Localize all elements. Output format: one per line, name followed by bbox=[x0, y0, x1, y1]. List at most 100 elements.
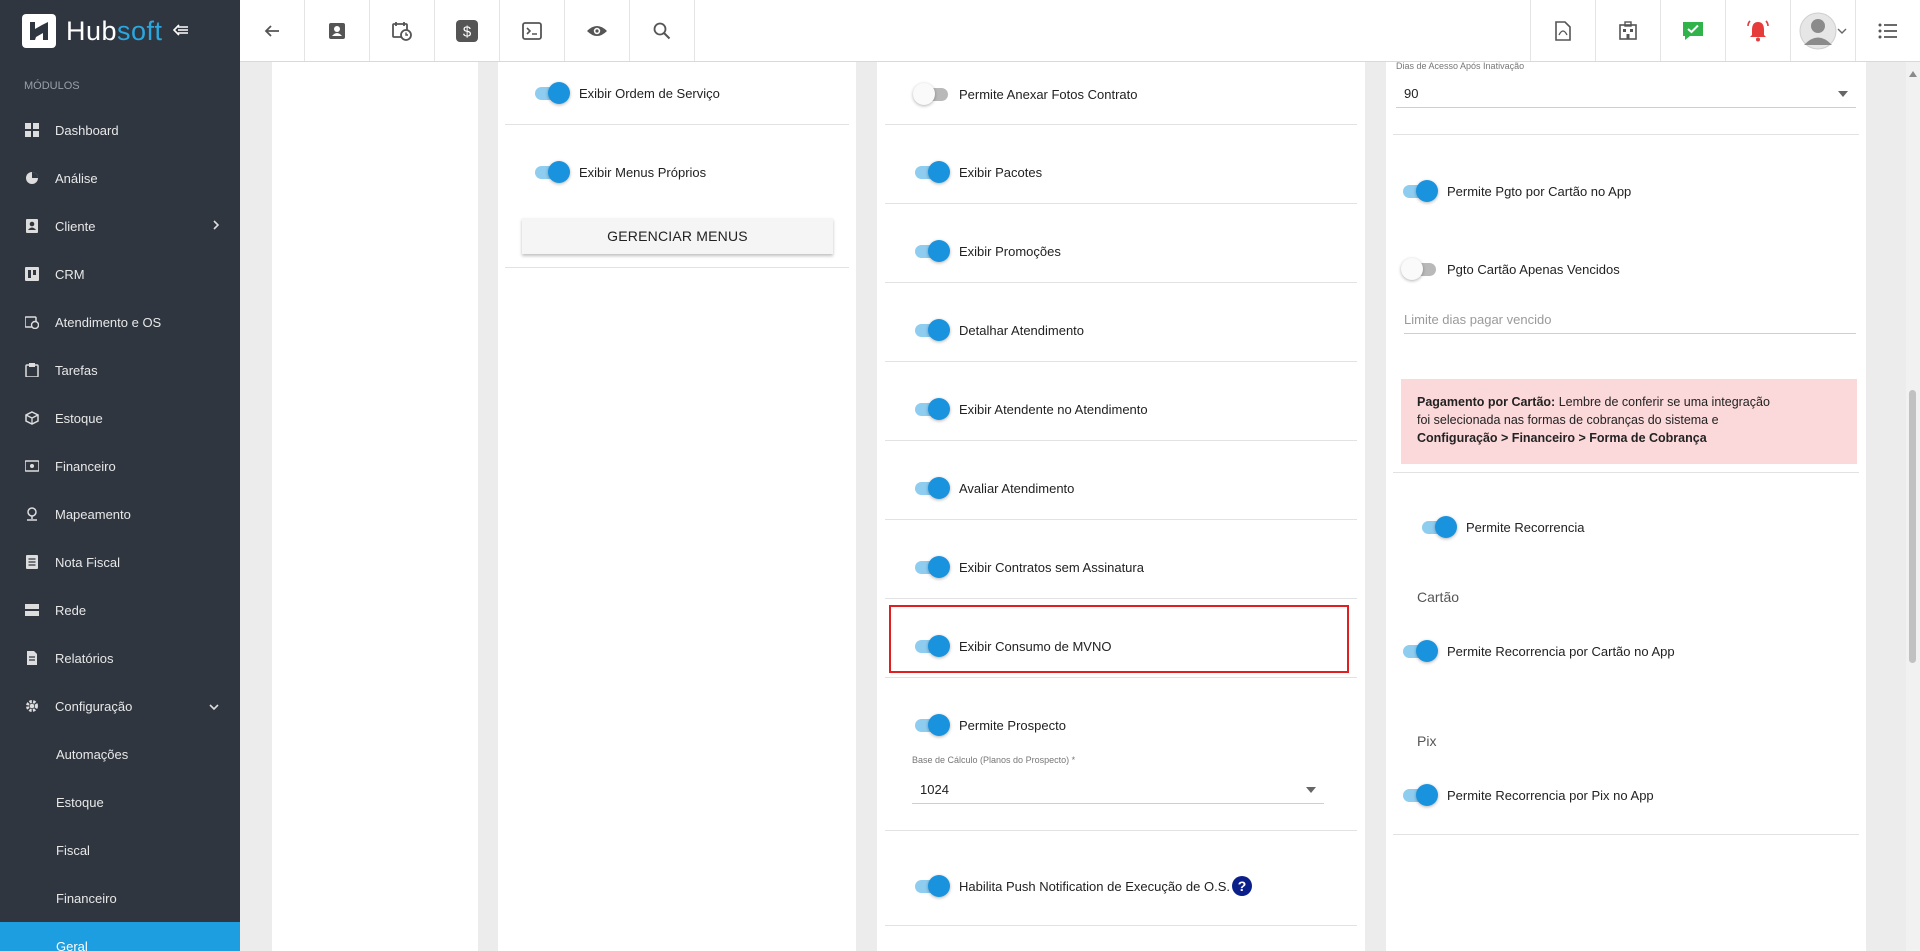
sidebar: Hubsoft MÓDULOS Dashboard Análise Client… bbox=[0, 0, 240, 951]
toggle-recorrencia-cartao[interactable] bbox=[1401, 640, 1438, 662]
sidebar-item-rede[interactable]: Rede bbox=[0, 586, 240, 634]
board-icon bbox=[24, 266, 40, 282]
toggle-detalhar-atendimento[interactable] bbox=[913, 319, 950, 341]
document-icon bbox=[24, 650, 40, 666]
toggle-exibir-menus-proprios[interactable] bbox=[533, 161, 570, 183]
alert-title: Pagamento por Cartão: bbox=[1417, 395, 1556, 409]
toggle-permite-recorrencia[interactable] bbox=[1420, 516, 1457, 538]
toggle-exibir-ordem-servico[interactable] bbox=[533, 82, 570, 104]
view-button[interactable] bbox=[565, 0, 630, 61]
divider bbox=[885, 124, 1357, 125]
dashboard-icon bbox=[24, 122, 40, 138]
toggle-row: Detalhar Atendimento bbox=[913, 319, 1084, 341]
toggle-permite-prospecto[interactable] bbox=[913, 714, 950, 736]
avatar bbox=[1799, 12, 1837, 49]
pdf-file-icon bbox=[1555, 20, 1571, 41]
toggle-exibir-pacotes[interactable] bbox=[913, 161, 950, 183]
sidebar-item-crm[interactable]: CRM bbox=[0, 250, 240, 298]
sidebar-item-label: Mapeamento bbox=[55, 506, 131, 522]
sidebar-subitem-estoque[interactable]: Estoque bbox=[0, 778, 240, 826]
toggle-pgto-cartao-app[interactable] bbox=[1401, 180, 1438, 202]
sidebar-item-label: Nota Fiscal bbox=[55, 554, 121, 570]
sidebar-item-relatorios[interactable]: Relatórios bbox=[0, 634, 240, 682]
svg-text:$: $ bbox=[463, 23, 472, 40]
sidebar-item-mapeamento[interactable]: Mapeamento bbox=[0, 490, 240, 538]
user-menu-button[interactable] bbox=[1790, 0, 1855, 61]
help-icon[interactable]: ? bbox=[1231, 876, 1252, 896]
box-icon bbox=[24, 410, 40, 426]
toggle-row-menus-proprios: Exibir Menus Próprios bbox=[533, 161, 706, 183]
finance-button[interactable]: $ bbox=[435, 0, 500, 61]
contacts-button[interactable] bbox=[305, 0, 370, 61]
hubsoft-logo-icon bbox=[22, 14, 56, 48]
toggle-exibir-promocoes[interactable] bbox=[913, 240, 950, 262]
sidebar-item-label: Atendimento e OS bbox=[55, 314, 162, 330]
sidebar-subitem-geral[interactable]: Geral bbox=[0, 922, 240, 951]
toggle-exibir-atendente[interactable] bbox=[913, 398, 950, 420]
base-calc-select[interactable]: 1024 bbox=[912, 776, 1324, 804]
toggle-label: Exibir Ordem de Serviço bbox=[579, 85, 720, 101]
scrollbar-thumb[interactable] bbox=[1909, 390, 1916, 663]
toggle-label: Habilita Push Notification de Execução d… bbox=[959, 878, 1230, 894]
sidebar-item-estoque[interactable]: Estoque bbox=[0, 394, 240, 442]
toggle-label: Exibir Pacotes bbox=[959, 164, 1043, 180]
alerts-button[interactable] bbox=[1725, 0, 1790, 61]
search-icon bbox=[653, 22, 671, 39]
toggle-avaliar-atendimento[interactable] bbox=[913, 477, 950, 499]
collapse-menu-icon[interactable] bbox=[172, 23, 189, 39]
sidebar-item-atendimento[interactable]: Atendimento e OS bbox=[0, 298, 240, 346]
toggle-recorrencia-pix[interactable] bbox=[1401, 784, 1438, 806]
toggle-pgto-apenas-vencidos[interactable] bbox=[1401, 258, 1438, 280]
arrow-left-icon bbox=[264, 24, 279, 37]
base-calc-label: Base de Cálculo (Planos do Prospecto) * bbox=[912, 755, 1076, 765]
toggle-label: Pgto Cartão Apenas Vencidos bbox=[1447, 261, 1620, 277]
toggle-label: Detalhar Atendimento bbox=[959, 322, 1085, 338]
chat-check-icon bbox=[1683, 21, 1703, 40]
sidebar-item-cliente[interactable]: Cliente bbox=[0, 202, 240, 250]
toggle-row: Exibir Atendente no Atendimento bbox=[913, 398, 1148, 420]
toggle-row: Exibir Contratos sem Assinatura bbox=[913, 556, 1144, 578]
logo-bar: Hubsoft bbox=[0, 0, 240, 62]
days-after-inactivation-select[interactable]: 90 bbox=[1396, 80, 1856, 108]
divider bbox=[885, 925, 1357, 926]
sidebar-item-analise[interactable]: Análise bbox=[0, 154, 240, 202]
scroll-up-icon[interactable] bbox=[1908, 66, 1918, 81]
toggle-label: Permite Anexar Fotos Contrato bbox=[959, 86, 1138, 102]
toggle-push-notification[interactable] bbox=[913, 875, 950, 897]
toggle-row: Permite Prospecto bbox=[913, 714, 1066, 736]
sidebar-subitem-fiscal[interactable]: Fiscal bbox=[0, 826, 240, 874]
toggle-contratos-sem-assinatura[interactable] bbox=[913, 556, 950, 578]
sidebar-item-tarefas[interactable]: Tarefas bbox=[0, 346, 240, 394]
toggle-label: Avaliar Atendimento bbox=[959, 480, 1075, 496]
building-button[interactable] bbox=[1595, 0, 1660, 61]
search-button[interactable] bbox=[630, 0, 695, 61]
toggle-anexar-fotos[interactable] bbox=[913, 83, 950, 105]
bell-alert-icon bbox=[1747, 19, 1769, 41]
sidebar-subitem-financeiro[interactable]: Financeiro bbox=[0, 874, 240, 922]
tasks-check-button[interactable] bbox=[1660, 0, 1725, 61]
divider bbox=[885, 598, 1357, 599]
sidebar-item-label: Financeiro bbox=[55, 458, 116, 474]
schedule-button[interactable] bbox=[370, 0, 435, 61]
toggle-row: Exibir Promoções bbox=[913, 240, 1061, 262]
sidebar-item-dashboard[interactable]: Dashboard bbox=[0, 106, 240, 154]
toggle-row: Permite Recorrencia por Pix no App bbox=[1401, 784, 1654, 806]
pdf-button[interactable] bbox=[1530, 0, 1595, 61]
list-menu-button[interactable] bbox=[1855, 0, 1920, 61]
alert-line-3: Configuração > Financeiro > Forma de Cob… bbox=[1417, 429, 1857, 447]
terminal-button[interactable] bbox=[500, 0, 565, 61]
contact-icon bbox=[24, 218, 40, 234]
dropdown-caret-icon bbox=[1306, 786, 1316, 793]
limit-days-input[interactable]: Limite dias pagar vencido bbox=[1404, 312, 1856, 334]
sidebar-subitem-automacoes[interactable]: Automações bbox=[0, 730, 240, 778]
sidebar-item-label: Rede bbox=[55, 602, 87, 618]
sidebar-item-nota-fiscal[interactable]: Nota Fiscal bbox=[0, 538, 240, 586]
sidebar-item-financeiro[interactable]: Financeiro bbox=[0, 442, 240, 490]
divider bbox=[885, 677, 1357, 678]
back-button[interactable] bbox=[240, 0, 305, 61]
sidebar-item-label: Dashboard bbox=[55, 122, 119, 138]
toggle-row: Habilita Push Notification de Execução d… bbox=[913, 875, 1252, 897]
divider bbox=[885, 440, 1357, 441]
manage-menus-button[interactable]: GERENCIAR MENUS bbox=[522, 218, 833, 254]
sidebar-item-configuracao[interactable]: Configuração bbox=[0, 682, 240, 730]
